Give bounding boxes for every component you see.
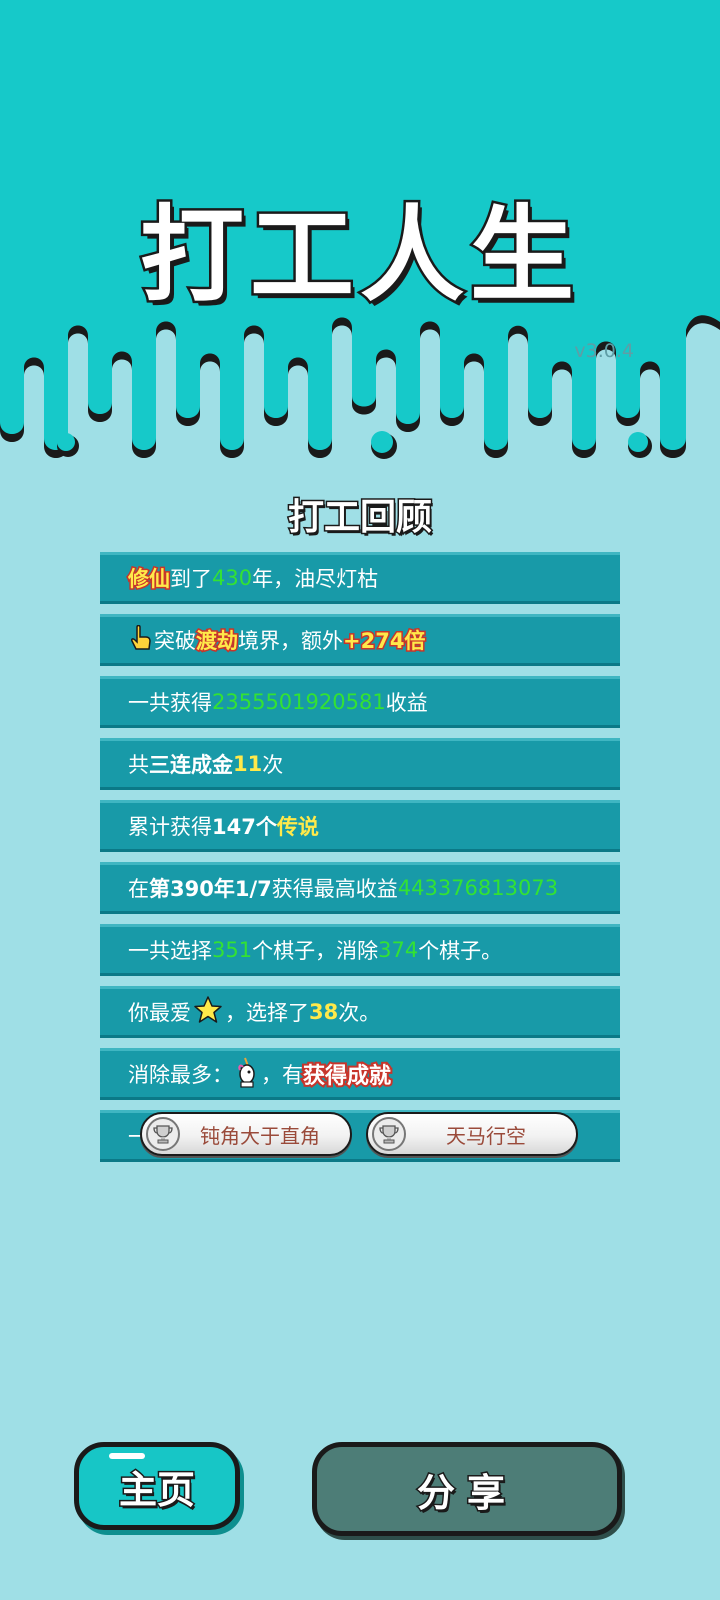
stat-value: 147个	[212, 815, 277, 839]
stat-text: 消除最多：	[128, 1063, 233, 1087]
stat-value: 第390年1/7	[149, 877, 272, 901]
achievement-label: 钝角大于直角	[200, 1123, 320, 1148]
unicorn-icon	[235, 1056, 259, 1093]
stat-row-cultivation: 修仙 到了 430 年，油尽灯枯	[100, 552, 620, 604]
stat-text: ，选择了	[225, 1001, 309, 1025]
stat-text: ，有	[261, 1063, 303, 1087]
stat-value: 351	[212, 938, 253, 962]
stat-text: 共	[128, 753, 149, 777]
stat-value: 渡劫	[195, 628, 240, 655]
stat-text: 个棋子，消除	[252, 939, 379, 963]
stat-row-breakthrough: 突破 渡劫 境界，额外 +274倍	[100, 614, 620, 666]
stat-value: 三连成金	[149, 753, 233, 777]
stat-value: 传说	[276, 815, 319, 839]
stat-value: 38	[309, 1000, 339, 1024]
stat-value: 2355501920581	[212, 690, 386, 714]
stat-value: 11	[233, 752, 263, 776]
stat-text: 修仙	[127, 566, 172, 593]
stat-value: 443376813073	[397, 876, 559, 900]
review-title: 打工回顾	[286, 496, 433, 540]
achievement-pill-1[interactable]: 钝角大于直角	[140, 1112, 352, 1156]
stat-row-pieces: 一共选择 351 个棋子，消除 374 个棋子。	[100, 924, 620, 976]
stat-row-favorite: 你最爱 ，选择了 38 次。	[100, 986, 620, 1038]
stat-row-legends: 累计获得 147个 传说	[100, 800, 620, 852]
stat-text: 突破	[154, 629, 196, 653]
stat-text: 累计获得	[128, 815, 212, 839]
game-title: 打工人生	[137, 192, 580, 319]
achievement-label: 天马行空	[446, 1123, 526, 1148]
share-button[interactable]: 分享	[312, 1442, 622, 1536]
stat-value: +274倍	[341, 628, 426, 655]
home-button-label: 主页	[117, 1466, 196, 1513]
version-label: v3.0.4	[574, 340, 634, 362]
stat-value: 430	[212, 566, 253, 590]
stat-text: 到了	[170, 567, 212, 591]
stat-value: 374	[378, 938, 419, 962]
trophy-icon	[372, 1117, 406, 1151]
stat-row-triple-gold: 共三连成金 11 次	[100, 738, 620, 790]
pointing-hand-icon	[130, 624, 152, 656]
achievement-pill-2[interactable]: 天马行空	[366, 1112, 578, 1156]
star-icon	[193, 995, 223, 1030]
stat-text: 次	[262, 753, 284, 777]
share-button-label: 分享	[415, 1469, 517, 1516]
stat-row-most-eliminated: 消除最多： ，有 获得成就	[100, 1048, 620, 1100]
stat-text: 一共获得	[128, 691, 212, 715]
stat-text: 年，油尽灯枯	[252, 567, 379, 591]
stat-text: 个棋子。	[418, 939, 503, 963]
trophy-icon	[146, 1117, 180, 1151]
stat-row-total-earnings: 一共获得 2355501920581 收益	[100, 676, 620, 728]
stat-text: 一共选择	[128, 939, 212, 963]
stat-row-highest-earnings: 在 第390年1/7 获得最高收益 443376813073	[100, 862, 620, 914]
stat-text: 次。	[338, 1001, 381, 1025]
home-button[interactable]: 主页	[74, 1442, 240, 1530]
button-shine	[109, 1453, 145, 1459]
achievement-badge: 获得成就	[301, 1062, 393, 1091]
stat-text: 在	[128, 877, 149, 901]
stat-text: 你最爱	[128, 1001, 191, 1025]
stat-text: 境界，额外	[238, 629, 343, 653]
stat-text: 获得最高收益	[271, 877, 398, 901]
stat-text: 收益	[385, 691, 428, 715]
